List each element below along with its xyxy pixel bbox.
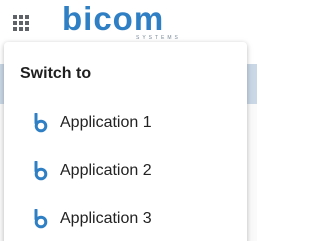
- app-switcher-item-label: Application 3: [60, 210, 152, 227]
- bicom-b-icon: [34, 209, 48, 229]
- logo-subtext: SYSTEMS: [136, 35, 181, 41]
- app-window: bicom SYSTEMS Switch to Application 1 Ap…: [0, 0, 257, 241]
- page-background-strip: [247, 64, 257, 104]
- logo-wordmark: bicom: [62, 0, 165, 37]
- app-switcher-item-label: Application 2: [60, 162, 152, 179]
- app-switcher-item-label: Application 1: [60, 114, 152, 131]
- bicom-b-icon: [34, 161, 48, 181]
- bicom-logo: bicom SYSTEMS: [62, 0, 202, 42]
- bicom-b-icon: [34, 113, 48, 133]
- apps-grid-button[interactable]: [13, 15, 29, 31]
- app-switcher-item-2[interactable]: Application 2: [4, 149, 247, 193]
- app-switcher-dropdown: Switch to Application 1 Application 2 Ap…: [4, 42, 247, 241]
- top-header: bicom SYSTEMS: [0, 0, 257, 42]
- app-switcher-item-1[interactable]: Application 1: [4, 101, 247, 145]
- grid-icon: [13, 15, 29, 31]
- app-switcher-item-3[interactable]: Application 3: [4, 197, 247, 241]
- switcher-title: Switch to: [20, 65, 92, 82]
